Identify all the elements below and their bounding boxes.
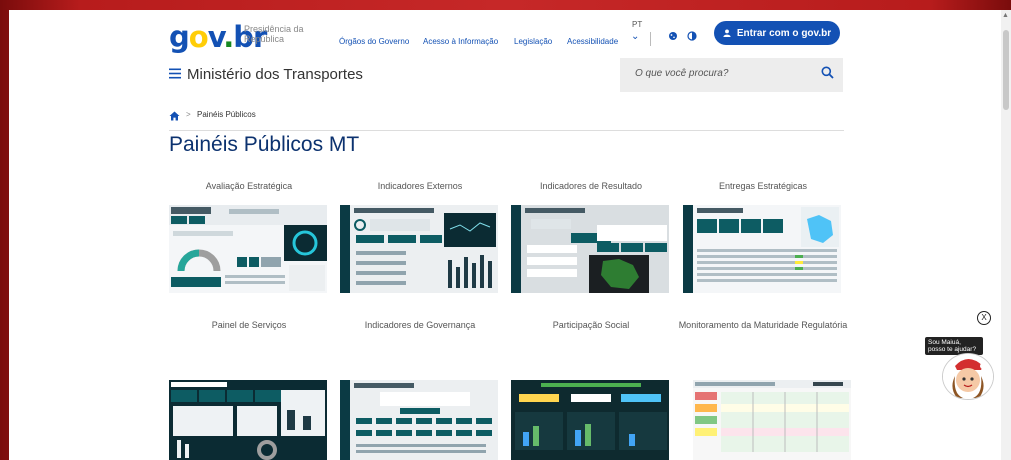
panel-thumbnail-avaliacao[interactable] [169,205,327,293]
scroll-up-icon[interactable]: ▲ [1002,12,1009,19]
presidencia-label: Presidência da República [244,24,304,44]
chevron-down-icon[interactable]: ⌄ [631,31,639,42]
hamburger-menu-icon[interactable] [169,66,181,82]
panel-thumbnail-governanca[interactable] [340,380,498,460]
ministry-name[interactable]: Ministério dos Transportes [187,66,363,83]
panel-thumbnail-participacao[interactable] [511,380,669,460]
chat-close-button[interactable]: X [977,311,991,325]
divider [650,32,651,46]
login-button[interactable]: Entrar com o gov.br [714,21,840,45]
panel-thumbnail-maturidade[interactable] [693,380,851,460]
language-label[interactable]: PT [632,20,642,29]
breadcrumb-separator-icon: > [186,110,191,119]
contrast-icon[interactable] [684,28,700,44]
panel-title-avaliacao[interactable]: Avaliação Estratégica [169,178,329,195]
chatbot-avatar[interactable] [942,353,994,400]
scrollbar-thumb[interactable] [1003,30,1009,110]
nav-legislacao[interactable]: Legislação [514,37,552,46]
panel-title-servicos[interactable]: Painel de Serviços [169,317,329,334]
divider [169,130,844,131]
home-icon[interactable] [169,108,180,126]
panel-thumbnail-servicos[interactable] [169,380,327,460]
panel-title-entregas[interactable]: Entregas Estratégicas [683,178,843,195]
page-title: Painéis Públicos MT [169,133,360,156]
panel-title-indicadores-resultado[interactable]: Indicadores de Resultado [511,178,671,195]
panel-thumbnail-entregas[interactable] [683,205,841,293]
cookie-icon[interactable] [665,28,681,44]
panel-title-maturidade[interactable]: Monitoramento da Maturidade Regulatória [677,317,849,334]
panel-thumbnail-indicadores-resultado[interactable] [511,205,669,293]
search-input[interactable]: O que você procura? [620,58,843,92]
panel-title-indicadores-externos[interactable]: Indicadores Externos [340,178,500,195]
nav-acesso-informacao[interactable]: Acesso à Informação [423,37,498,46]
panel-title-governanca[interactable]: Indicadores de Governança [340,317,500,334]
search-placeholder: O que você procura? [635,68,729,79]
user-icon [723,29,731,37]
search-icon[interactable] [821,66,834,84]
nav-orgaos[interactable]: Órgãos do Governo [339,37,409,46]
page: gov.br Presidência da República Órgãos d… [9,10,1001,460]
chat-bubble[interactable]: Sou Maiuá, posso te ajudar? [925,337,983,355]
nav-acessibilidade[interactable]: Acessibilidade [567,37,618,46]
panel-title-participacao[interactable]: Participação Social [511,317,671,334]
panel-thumbnail-indicadores-externos[interactable] [340,205,498,293]
scrollbar[interactable]: ▲ [1001,10,1011,460]
breadcrumb-current: Painéis Públicos [197,110,256,119]
login-label: Entrar com o gov.br [736,27,832,39]
